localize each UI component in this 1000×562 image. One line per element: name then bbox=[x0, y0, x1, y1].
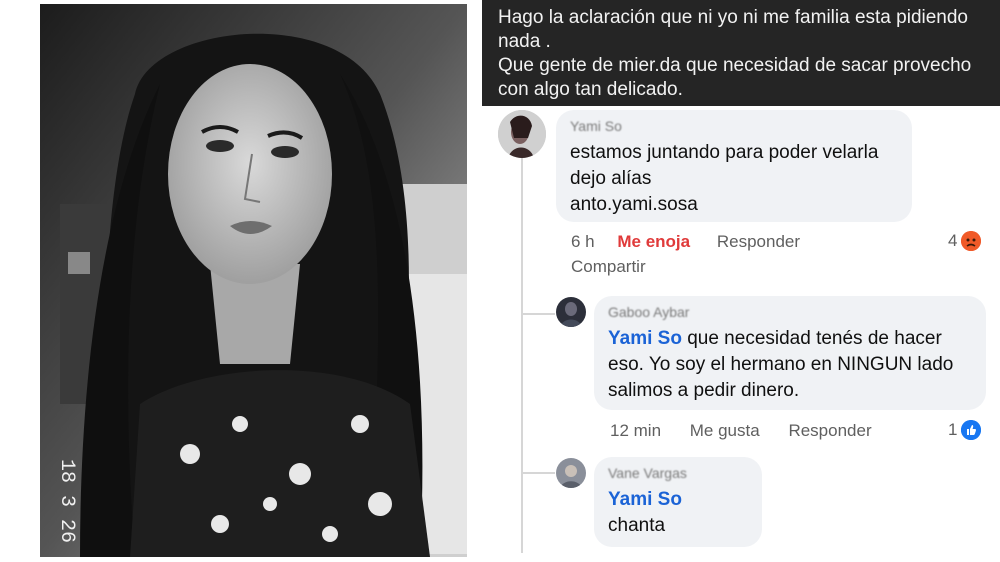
comment-text: que necesidad tenés de hacer bbox=[681, 328, 942, 349]
mention-link[interactable]: Yami So bbox=[608, 487, 748, 513]
share-button[interactable]: Compartir bbox=[571, 257, 646, 277]
comment-bubble: Yami So estamos juntando para poder vela… bbox=[556, 110, 912, 222]
thread-line bbox=[521, 158, 523, 553]
angry-emoji-icon bbox=[961, 231, 982, 251]
post-text-line-1: Hago la aclaración que ni yo ni me famil… bbox=[498, 7, 968, 52]
mention-link[interactable]: Yami So bbox=[608, 328, 682, 349]
comment-author[interactable]: Vane Vargas bbox=[608, 465, 748, 481]
post-text-line-2: Que gente de mier.da que necesidad de sa… bbox=[498, 55, 972, 100]
reply-button[interactable]: Responder bbox=[717, 232, 800, 251]
comment-bubble: Vane Vargas Yami So chanta bbox=[594, 457, 762, 547]
comment-actions: 12 min Me gusta Responder bbox=[610, 421, 872, 441]
like-icon bbox=[961, 420, 982, 440]
comment-line: salimos a pedir dinero. bbox=[608, 380, 800, 401]
comment-line: Yami So que necesidad tenés de hacer bbox=[608, 326, 972, 352]
thread-branch bbox=[521, 472, 555, 474]
comment-author[interactable]: Gaboo Aybar bbox=[608, 304, 972, 320]
comment-line: estamos juntando para poder velarla bbox=[570, 142, 879, 163]
comment-thread-screenshot: Hago la aclaración que ni yo ni me famil… bbox=[482, 0, 1000, 562]
avatar[interactable] bbox=[556, 458, 586, 488]
thread-branch bbox=[521, 313, 555, 315]
comment-time[interactable]: 6 h bbox=[571, 232, 595, 251]
comment-line: dejo alías bbox=[570, 168, 652, 189]
portrait-photo: 18 3 26 bbox=[40, 4, 467, 557]
reaction-count[interactable]: 4 bbox=[948, 231, 982, 251]
comment-line: eso. Yo soy el hermano en NINGUN lado bbox=[608, 354, 954, 375]
comment-line: anto.yami.sosa bbox=[570, 194, 698, 215]
reaction-count-value: 1 bbox=[948, 420, 958, 439]
reaction-count-value: 4 bbox=[948, 231, 958, 250]
avatar[interactable] bbox=[556, 297, 586, 327]
reaction-count[interactable]: 1 bbox=[948, 420, 982, 440]
photo-date-stamp: 18 3 26 bbox=[55, 459, 78, 543]
post-text-block: Hago la aclaración que ni yo ni me famil… bbox=[482, 0, 1000, 106]
comment-time[interactable]: 12 min bbox=[610, 421, 661, 440]
like-button[interactable]: Me gusta bbox=[690, 421, 760, 440]
comment-actions: 6 h Me enoja Responder bbox=[571, 232, 800, 252]
reply-button[interactable]: Responder bbox=[788, 421, 871, 440]
reaction-button[interactable]: Me enoja bbox=[617, 232, 690, 251]
avatar[interactable] bbox=[498, 110, 546, 158]
comment-bubble: Gaboo Aybar Yami So que necesidad tenés … bbox=[594, 296, 986, 410]
comment-line: chanta bbox=[608, 515, 666, 536]
comment-author[interactable]: Yami So bbox=[570, 118, 898, 134]
